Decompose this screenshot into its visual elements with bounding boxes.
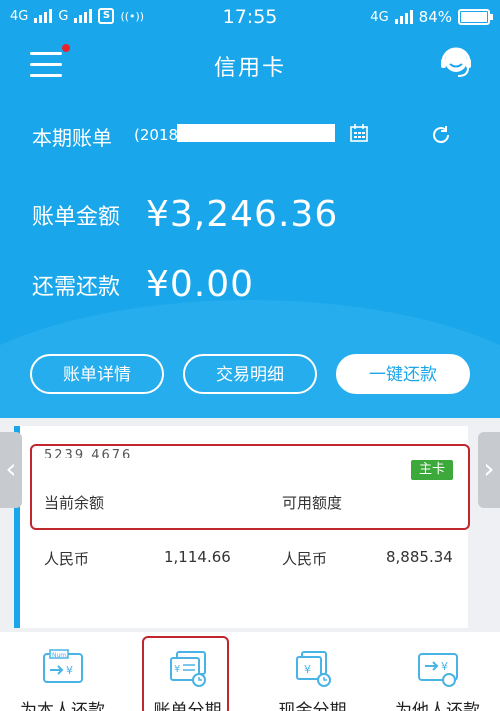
- bill-period-date: (2018: [134, 126, 179, 144]
- svg-text:¥: ¥: [304, 663, 311, 676]
- repay-self-item[interactable]: Num. ¥ 为本人还款: [0, 632, 125, 711]
- cash-installment-label: 现金分期: [278, 701, 347, 711]
- bottom-menu: Num. ¥ 为本人还款 ¥ 账单分期 ¥ 现金分期 ¥ 为他人还款: [0, 632, 500, 711]
- calendar-icon[interactable]: [350, 124, 368, 142]
- transaction-detail-button[interactable]: 交易明细: [183, 354, 317, 394]
- one-click-repay-button[interactable]: 一键还款: [336, 354, 470, 394]
- cash-installment-item[interactable]: ¥ 现金分期: [250, 632, 375, 711]
- svg-text:Num.: Num.: [52, 652, 68, 659]
- repay-others-label: 为他人还款: [395, 701, 480, 711]
- bill-amount-label: 账单金额: [32, 204, 121, 230]
- svg-text:¥: ¥: [66, 664, 73, 677]
- nav-bar: 信用卡: [0, 36, 500, 92]
- due-amount-row: 还需还款 ¥0.00: [32, 264, 254, 305]
- cash-installment-icon: ¥: [296, 651, 331, 687]
- redaction-mask: [177, 124, 335, 142]
- next-card-arrow-icon[interactable]: ›: [478, 432, 500, 508]
- svg-text:¥: ¥: [441, 660, 448, 673]
- repay-self-label: 为本人还款: [20, 701, 105, 711]
- repay-others-icon: ¥: [418, 653, 458, 687]
- balance-value: 1,114.66: [164, 548, 231, 566]
- due-amount-label: 还需还款: [32, 274, 121, 300]
- battery-icon: [458, 9, 493, 25]
- status-bar: 4G G S ((•)) 17:55 4G 84%: [0, 0, 500, 36]
- network-label-3: 4G: [370, 9, 389, 25]
- bill-amount-value: ¥3,246.36: [146, 194, 339, 235]
- bill-amount-row: 账单金额 ¥3,246.36: [32, 194, 338, 235]
- highlight-box: [142, 636, 229, 711]
- page-title: 信用卡: [213, 56, 286, 81]
- balance-currency: 人民币: [44, 550, 90, 568]
- available-currency: 人民币: [282, 550, 328, 568]
- bill-detail-button[interactable]: 账单详情: [30, 354, 164, 394]
- repay-self-icon: Num. ¥: [43, 649, 83, 683]
- bill-period-label: 本期账单: [32, 126, 112, 150]
- highlight-box: [30, 444, 470, 530]
- repay-others-item[interactable]: ¥ 为他人还款: [375, 632, 500, 711]
- refresh-icon[interactable]: [430, 124, 452, 146]
- prev-card-arrow-icon[interactable]: ‹: [0, 432, 22, 508]
- available-value: 8,885.34: [386, 548, 453, 566]
- due-amount-value: ¥0.00: [146, 264, 255, 305]
- battery-percent: 84%: [418, 8, 452, 26]
- signal-icon: [394, 10, 413, 24]
- customer-service-icon[interactable]: [438, 44, 474, 80]
